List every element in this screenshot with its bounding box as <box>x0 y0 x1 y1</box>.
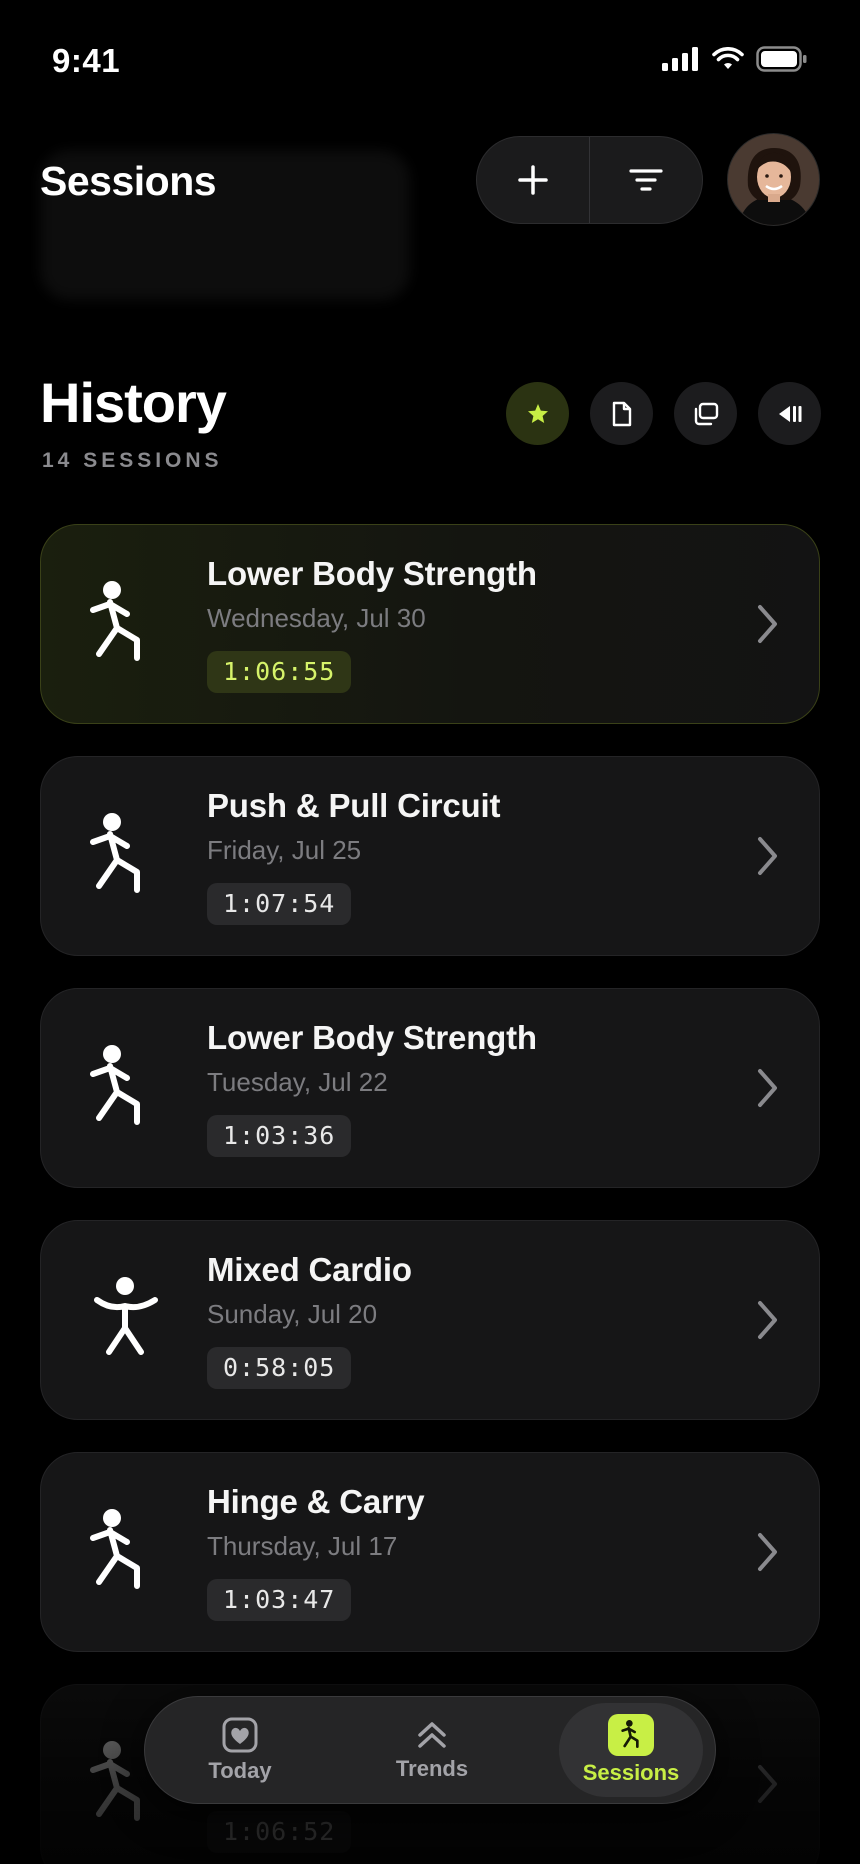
document-icon <box>612 401 631 426</box>
tab-label: Sessions <box>582 1760 680 1785</box>
running-figure-icon <box>621 1720 639 1748</box>
session-date: Tuesday, Jul 22 <box>207 1067 388 1097</box>
add-session-button[interactable] <box>477 137 589 223</box>
status-icons <box>662 46 808 72</box>
header: Sessions <box>0 128 860 238</box>
favorites-filter-button[interactable] <box>506 382 569 445</box>
session-title: Mixed Cardio <box>207 1251 412 1288</box>
chevron-right-icon <box>758 1533 777 1571</box>
session-duration: 1:06:52 <box>207 1811 352 1853</box>
status-bar: 9:41 <box>0 0 860 120</box>
status-time: 9:41 <box>52 42 121 79</box>
session-card[interactable]: Push & Pull Circuit Friday, Jul 25 1:07:… <box>40 756 820 956</box>
chevrons-up-icon <box>418 1722 446 1748</box>
session-card[interactable]: Hinge & Carry Thursday, Jul 17 1:03:47 <box>40 1452 820 1652</box>
wifi-icon <box>712 47 744 69</box>
sessions-tab-icon-chip <box>608 1714 654 1756</box>
session-title: Push & Pull Circuit <box>207 787 501 824</box>
chevron-right-icon <box>758 837 777 875</box>
chevron-right-icon <box>758 1765 777 1803</box>
running-figure-icon <box>90 813 140 893</box>
plus-icon <box>518 165 548 195</box>
header-action-group <box>476 136 703 224</box>
session-title: Lower Body Strength <box>207 1019 537 1056</box>
session-date: Sunday, Jul 20 <box>207 1299 378 1329</box>
cellular-signal-icon <box>662 47 698 71</box>
history-filter-row <box>0 382 860 446</box>
document-filter-button[interactable] <box>590 382 653 445</box>
session-date: Thursday, Jul 17 <box>207 1531 398 1561</box>
filter-icon <box>629 169 663 191</box>
heart-icon <box>222 1717 258 1753</box>
session-count: 14 SESSIONS <box>42 449 223 472</box>
rewind-icon <box>778 405 801 422</box>
session-date: Wednesday, Jul 30 <box>207 603 426 633</box>
jumping-figure-icon <box>94 1277 158 1355</box>
copy-icon <box>694 402 718 425</box>
profile-photo <box>728 134 819 225</box>
tab-trends[interactable]: Trends <box>357 1703 507 1797</box>
battery-icon <box>756 46 807 72</box>
chevron-right-icon <box>758 1301 777 1339</box>
chevron-right-icon <box>758 605 777 643</box>
tab-label: Trends <box>395 1756 469 1781</box>
running-figure-icon <box>90 1045 140 1125</box>
session-card[interactable]: Lower Body Strength Tuesday, Jul 22 1:03… <box>40 988 820 1188</box>
star-icon <box>527 403 548 423</box>
session-date: Friday, Jul 25 <box>207 835 362 865</box>
session-duration: 1:03:36 <box>207 1115 352 1157</box>
session-duration: 0:58:05 <box>207 1347 352 1389</box>
session-duration: 1:03:47 <box>207 1579 352 1621</box>
tab-label: Today <box>208 1758 272 1783</box>
session-duration: 1:07:54 <box>207 883 352 925</box>
page-title: Sessions <box>40 158 217 204</box>
tab-bar: Today Trends Sessions <box>144 1696 716 1804</box>
session-card[interactable]: Lower Body Strength Wednesday, Jul 30 1:… <box>40 524 820 724</box>
chevron-right-icon <box>758 1069 777 1107</box>
filter-button[interactable] <box>590 137 702 223</box>
tab-today[interactable]: Today <box>165 1703 315 1797</box>
session-title: Hinge & Carry <box>207 1483 425 1520</box>
tab-sessions[interactable]: Sessions <box>559 1703 703 1797</box>
rewind-filter-button[interactable] <box>758 382 821 445</box>
avatar[interactable] <box>727 133 820 226</box>
session-card[interactable]: Mixed Cardio Sunday, Jul 20 0:58:05 <box>40 1220 820 1420</box>
copy-filter-button[interactable] <box>674 382 737 445</box>
running-figure-icon <box>90 581 140 661</box>
session-title: Lower Body Strength <box>207 555 537 592</box>
running-figure-icon <box>90 1509 140 1589</box>
session-duration: 1:06:55 <box>207 651 352 693</box>
